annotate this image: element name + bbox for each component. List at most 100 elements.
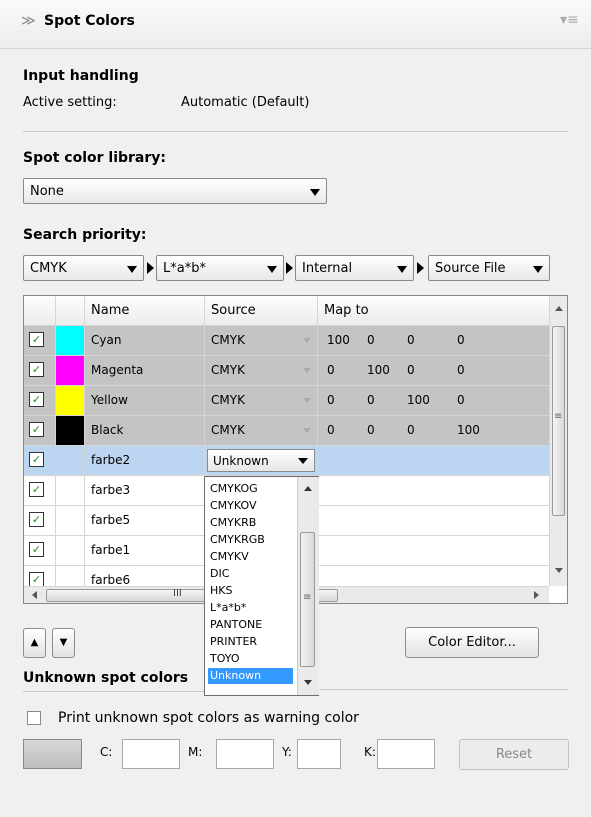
scroll-up-icon[interactable] xyxy=(555,306,563,311)
dropdown-option[interactable]: Unknown xyxy=(208,668,293,684)
warning-color-checkbox[interactable] xyxy=(27,711,41,725)
vertical-scroll-thumb[interactable]: ≡ xyxy=(552,326,565,516)
dropdown-scroll-thumb[interactable]: ≡ xyxy=(300,532,315,667)
chevron-down-icon xyxy=(303,338,311,343)
map-value-m[interactable]: 0 xyxy=(367,326,375,355)
collapse-icon[interactable]: ≫ xyxy=(21,13,36,29)
table-row[interactable]: ✓ Yellow CMYK 0 0 100 0 xyxy=(24,386,549,416)
color-editor-button[interactable]: Color Editor... xyxy=(405,627,539,658)
scroll-down-icon[interactable] xyxy=(555,568,563,573)
priority-combo-3[interactable]: Internal xyxy=(295,255,414,281)
m-field[interactable] xyxy=(216,739,274,769)
checkmark-icon[interactable]: ✓ xyxy=(29,512,44,527)
warning-color-checkbox-label[interactable]: Print unknown spot colors as warning col… xyxy=(58,710,359,726)
row-source-cell[interactable]: Unknown xyxy=(205,446,318,475)
table-row[interactable]: ✓ farbe2 Unknown xyxy=(24,446,549,476)
row-name[interactable]: Magenta xyxy=(85,356,205,385)
dropdown-option[interactable]: CMYKOV xyxy=(208,498,293,514)
map-value-c[interactable]: 0 xyxy=(327,386,335,415)
row-name[interactable]: farbe2 xyxy=(85,446,205,475)
dropdown-option[interactable]: PANTONE xyxy=(208,617,293,633)
map-value-m[interactable]: 0 xyxy=(367,416,375,445)
dropdown-option[interactable]: CMYKRGB xyxy=(208,532,293,548)
dropdown-option[interactable]: CMYKV xyxy=(208,549,293,565)
map-value-k[interactable]: 0 xyxy=(457,326,465,355)
checkmark-icon[interactable]: ✓ xyxy=(29,362,44,377)
row-name[interactable]: farbe1 xyxy=(85,536,205,565)
vertical-scrollbar[interactable]: ≡ xyxy=(549,296,567,586)
checkmark-icon[interactable]: ✓ xyxy=(29,452,44,467)
panel-menu-icon[interactable]: ▾≡ xyxy=(560,12,579,28)
dropdown-option[interactable]: CMYKOG xyxy=(208,481,293,497)
header-map-to[interactable]: Map to xyxy=(318,296,549,325)
checkmark-icon[interactable]: ✓ xyxy=(29,392,44,407)
row-source-cell[interactable]: CMYK xyxy=(205,386,318,415)
map-value-k[interactable]: 0 xyxy=(457,356,465,385)
row-check-cell: ✓ xyxy=(24,326,56,355)
map-value-k[interactable]: 100 xyxy=(457,416,480,445)
map-value-y[interactable]: 0 xyxy=(407,326,415,355)
dropdown-option[interactable]: CMYKRB xyxy=(208,515,293,531)
scroll-grip-icon: ≡ xyxy=(554,411,563,422)
row-name[interactable]: farbe5 xyxy=(85,506,205,535)
map-value-c[interactable]: 0 xyxy=(327,416,335,445)
row-source-combo[interactable]: Unknown xyxy=(207,449,315,472)
warning-color-swatch-button[interactable] xyxy=(23,739,82,769)
table-row[interactable]: ✓ Magenta CMYK 0 100 0 0 xyxy=(24,356,549,386)
priority-combo-4[interactable]: Source File xyxy=(428,255,550,281)
row-name[interactable]: Black xyxy=(85,416,205,445)
row-source-cell[interactable]: CMYK xyxy=(205,326,318,355)
priority-combo-2-value: L*a*b* xyxy=(163,261,206,276)
row-source-value: Unknown xyxy=(213,454,269,468)
row-source-cell[interactable]: CMYK xyxy=(205,356,318,385)
color-swatch xyxy=(56,326,85,355)
dropdown-option[interactable]: DIC xyxy=(208,566,293,582)
scroll-left-icon[interactable] xyxy=(32,591,37,599)
header-source[interactable]: Source xyxy=(205,296,318,325)
source-dropdown-list[interactable]: CMYKOG CMYKOV CMYKRB CMYKRGB CMYKV DIC HKS L*a*… xyxy=(204,476,319,696)
row-name[interactable]: farbe3 xyxy=(85,476,205,505)
row-name[interactable]: Cyan xyxy=(85,326,205,355)
priority-combo-2[interactable]: L*a*b* xyxy=(156,255,284,281)
library-combo[interactable]: None xyxy=(23,178,327,204)
k-field[interactable] xyxy=(377,739,435,769)
priority-combo-1[interactable]: CMYK xyxy=(23,255,144,281)
unknown-heading: Unknown spot colors xyxy=(23,670,189,686)
panel-title: Spot Colors xyxy=(44,13,135,29)
map-value-c[interactable]: 100 xyxy=(327,326,350,355)
row-source-cell[interactable]: CMYK xyxy=(205,416,318,445)
header-name[interactable]: Name xyxy=(85,296,205,325)
map-value-m[interactable]: 100 xyxy=(367,356,390,385)
row-name[interactable]: Yellow xyxy=(85,386,205,415)
move-up-button[interactable]: ▲ xyxy=(23,628,46,658)
dropdown-option[interactable]: HKS xyxy=(208,583,293,599)
dropdown-option[interactable]: TOYO xyxy=(208,651,293,667)
checkmark-icon[interactable]: ✓ xyxy=(29,572,44,587)
move-down-button[interactable]: ▼ xyxy=(52,628,75,658)
dropdown-scrollbar[interactable]: ≡ xyxy=(297,477,319,695)
table-row[interactable]: ✓ Black CMYK 0 0 0 100 xyxy=(24,416,549,446)
scroll-right-icon[interactable] xyxy=(534,591,539,599)
map-value-y[interactable]: 0 xyxy=(407,356,415,385)
map-value-y[interactable]: 100 xyxy=(407,386,430,415)
checkmark-icon[interactable]: ✓ xyxy=(29,422,44,437)
checkmark-icon[interactable]: ✓ xyxy=(29,542,44,557)
scroll-up-icon[interactable] xyxy=(304,486,312,491)
y-field[interactable] xyxy=(297,739,341,769)
map-value-c[interactable]: 0 xyxy=(327,356,335,385)
arrow-up-icon: ▲ xyxy=(30,637,39,648)
scroll-down-icon[interactable] xyxy=(304,680,312,685)
table-row[interactable]: ✓ Cyan CMYK 100 0 0 0 xyxy=(24,326,549,356)
checkmark-icon[interactable]: ✓ xyxy=(29,482,44,497)
row-check-cell: ✓ xyxy=(24,506,56,535)
map-value-k[interactable]: 0 xyxy=(457,386,465,415)
dropdown-option[interactable]: PRINTER xyxy=(208,634,293,650)
table-header: Name Source Map to xyxy=(24,296,549,326)
checkmark-icon[interactable]: ✓ xyxy=(29,332,44,347)
reset-button[interactable]: Reset xyxy=(459,739,569,770)
map-value-m[interactable]: 0 xyxy=(367,386,375,415)
map-value-y[interactable]: 0 xyxy=(407,416,415,445)
dropdown-option[interactable]: L*a*b* xyxy=(208,600,293,616)
chevron-down-icon xyxy=(267,266,277,273)
c-field[interactable] xyxy=(122,739,180,769)
